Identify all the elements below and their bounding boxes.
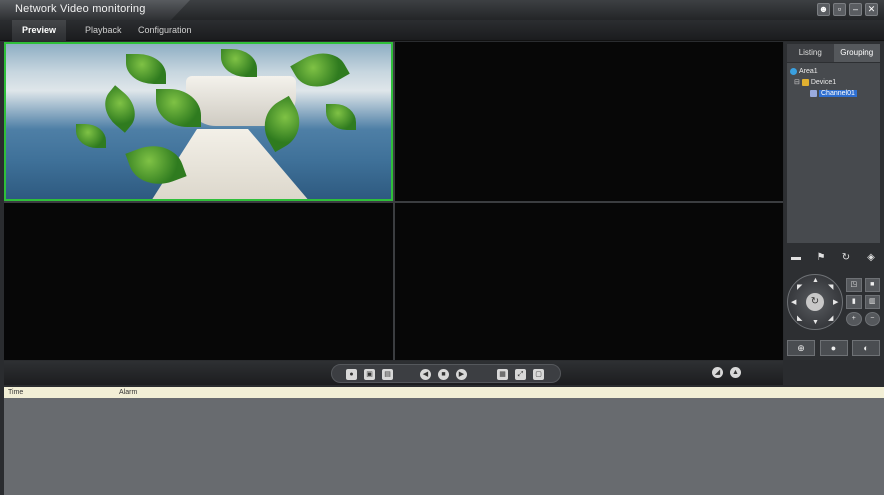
leaf-shape: [290, 44, 350, 98]
ptz-auto-icon[interactable]: ↻: [806, 293, 824, 311]
device-icon: [801, 78, 809, 86]
alarm-icon[interactable]: ▲: [730, 367, 741, 378]
flag-icon[interactable]: ⚑: [815, 252, 827, 264]
ptz-down-icon[interactable]: ▼: [812, 319, 819, 326]
snapshot-icon[interactable]: ▣: [364, 369, 375, 380]
tab-grouping[interactable]: Grouping: [833, 44, 880, 62]
alarm-table-header: Time Alarm: [4, 387, 884, 398]
layout-grid-icon[interactable]: ▦: [497, 369, 508, 380]
previous-icon[interactable]: ◀: [420, 369, 431, 380]
menu-bar: Preview Playback Configuration: [0, 20, 884, 41]
ptz-up-right-icon[interactable]: ◥: [828, 283, 833, 291]
tab-listing[interactable]: Listing: [787, 44, 834, 62]
refresh-icon[interactable]: ↻: [840, 252, 852, 264]
tree-area[interactable]: Area1: [790, 66, 877, 77]
tag-icon[interactable]: ◈: [865, 252, 877, 264]
tree-device-label: Device1: [810, 79, 837, 86]
zoom-corner-icon[interactable]: ◳: [846, 278, 862, 292]
fullscreen-icon[interactable]: ⤢: [515, 369, 526, 380]
video-pane-2[interactable]: [395, 42, 783, 201]
ptz-options: ◳ ■ ▮ ▥ + −: [846, 278, 880, 326]
video-pane-4[interactable]: [395, 203, 783, 360]
window-controls: ☻ ▫ – ✕: [817, 3, 878, 16]
restore-icon[interactable]: ▫: [833, 3, 846, 16]
volume-icon[interactable]: ◢: [712, 367, 723, 378]
panel-bottom-buttons: ⊕ ● ◐: [787, 340, 880, 356]
zoom-in-icon[interactable]: ⊕: [787, 340, 815, 356]
tree-channel[interactable]: Channel01: [790, 88, 877, 99]
ptz-down-left-icon[interactable]: ◣: [797, 314, 802, 322]
plus-icon[interactable]: +: [846, 312, 862, 326]
leaf-shape: [76, 124, 106, 148]
tree-device[interactable]: ⊟ Device1: [790, 77, 877, 88]
ptz-down-right-icon[interactable]: ◢: [828, 314, 833, 322]
tree-channel-label: Channel01: [819, 90, 857, 97]
column-alarm: Alarm: [119, 389, 138, 396]
playback-toolbar: ● ▣ ▤ ◀ ■ ▶ ▦ ⤢ ▢ ◢ ▲: [4, 361, 783, 385]
device-tree: Area1 ⊟ Device1 Channel01: [787, 63, 880, 243]
camera-icon: [810, 89, 817, 97]
next-icon[interactable]: ▶: [456, 369, 467, 380]
ptz-right-icon[interactable]: ▶: [833, 298, 838, 306]
ptz-left-icon[interactable]: ◀: [791, 298, 796, 306]
ptz-control[interactable]: ▲ ▼ ◀ ▶ ◤ ◥ ◣ ◢ ↻: [787, 274, 843, 330]
folder-icon[interactable]: ▬: [790, 252, 802, 264]
app-title: Network Video monitoring: [15, 3, 146, 15]
leaf-shape: [126, 54, 166, 84]
video-pane-1[interactable]: [4, 42, 393, 201]
collapse-icon[interactable]: ⊟: [794, 79, 800, 86]
close-icon[interactable]: ✕: [865, 3, 878, 16]
tab-preview[interactable]: Preview: [12, 20, 67, 41]
column-time: Time: [8, 389, 24, 396]
globe-icon: [790, 67, 797, 75]
record-icon[interactable]: ●: [346, 369, 357, 380]
tab-configuration[interactable]: Configuration: [138, 20, 192, 41]
alarm-list: [4, 398, 884, 495]
screen-icon[interactable]: ▤: [382, 369, 393, 380]
minus-icon[interactable]: −: [864, 312, 880, 326]
window-icon[interactable]: ▢: [533, 369, 544, 380]
panel-tabs: Listing Grouping: [787, 44, 880, 62]
title-bar: Network Video monitoring ☻ ▫ – ✕: [0, 0, 884, 20]
tab-playback[interactable]: Playback: [85, 20, 122, 41]
camera-feed: [6, 44, 391, 199]
video-grid: [4, 42, 783, 360]
ptz-up-left-icon[interactable]: ◤: [797, 283, 802, 291]
wiper-icon[interactable]: ◐: [852, 340, 880, 356]
tree-area-label: Area1: [799, 68, 818, 75]
ptz-up-icon[interactable]: ▲: [812, 277, 819, 284]
iris-icon[interactable]: ▥: [864, 295, 880, 309]
minimize-icon[interactable]: –: [849, 3, 862, 16]
toolbar-pill: ● ▣ ▤ ◀ ■ ▶ ▦ ⤢ ▢: [331, 364, 561, 383]
user-icon[interactable]: ☻: [817, 3, 830, 16]
focus-icon[interactable]: ▮: [846, 295, 862, 309]
panel-icon-row: ▬ ⚑ ↻ ◈: [787, 252, 880, 266]
leaf-shape: [326, 104, 356, 130]
video-pane-3[interactable]: [4, 203, 393, 360]
right-panel: Listing Grouping Area1 ⊟ Device1 Channel…: [784, 42, 884, 360]
light-icon[interactable]: ●: [819, 340, 848, 356]
leaf-shape: [95, 85, 145, 133]
leaf-shape: [221, 49, 257, 77]
stop-icon[interactable]: ■: [438, 369, 449, 380]
zoom-box-icon[interactable]: ■: [864, 278, 880, 292]
